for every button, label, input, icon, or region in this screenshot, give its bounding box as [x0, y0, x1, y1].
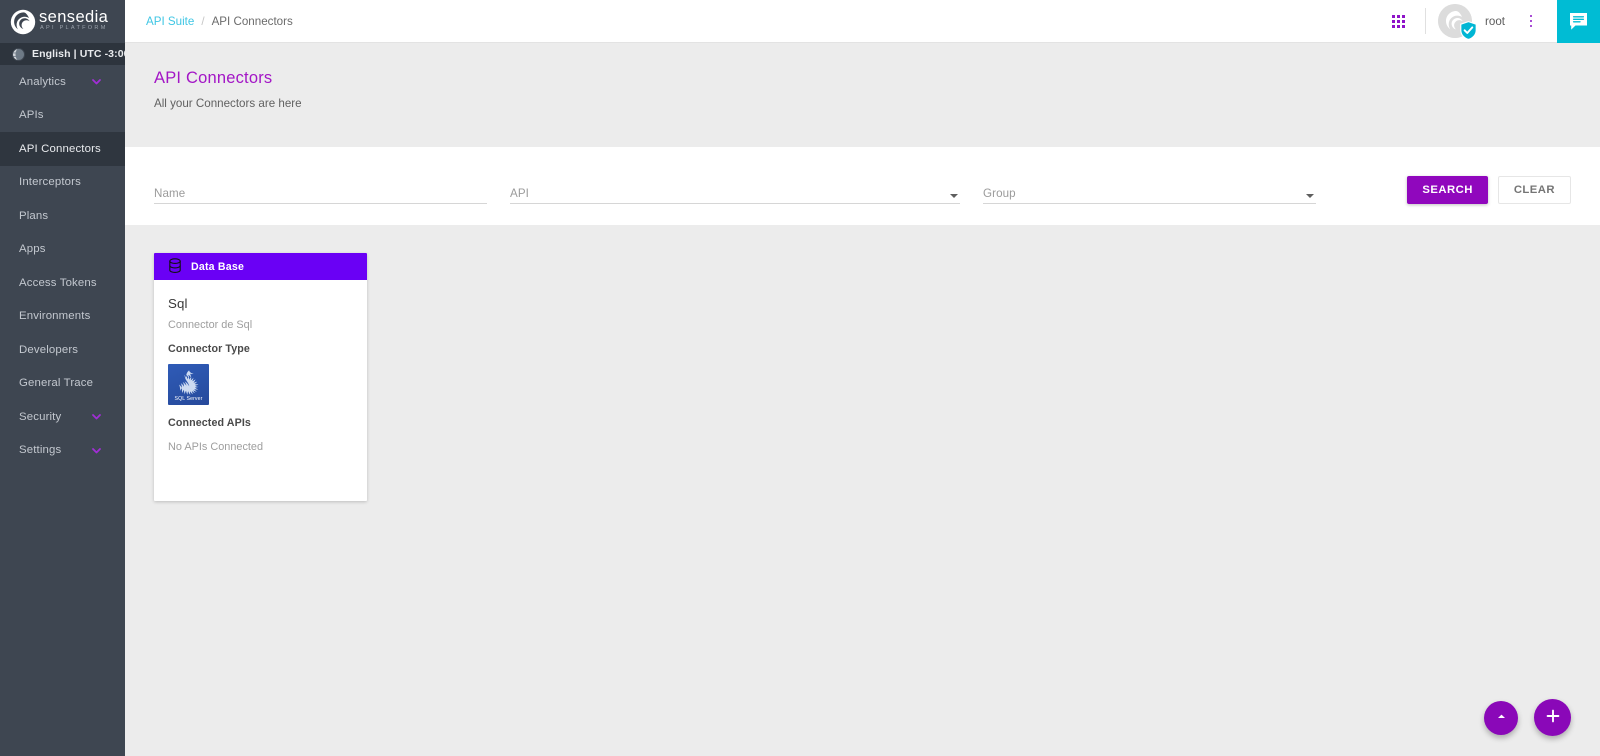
- chevron-down-icon: [950, 194, 958, 198]
- page-subtitle: All your Connectors are here: [154, 97, 302, 110]
- brand-name: sensedia: [39, 7, 109, 26]
- connector-card-body: Sql Connector de Sql Connector Type SQL …: [154, 280, 367, 453]
- chevron-down-icon: [91, 445, 102, 456]
- sidebar-item-label: Security: [19, 410, 62, 423]
- app-root: sensedia API PLATFORM English | UTC -3:0…: [0, 0, 1600, 756]
- sidebar-item-label: Apps: [19, 243, 46, 256]
- chevron-down-icon: [91, 76, 102, 87]
- chevron-up-icon: [1495, 710, 1508, 726]
- chevron-down-icon: [91, 411, 102, 422]
- connector-title: Sql: [168, 296, 188, 311]
- name-field-placeholder: Name: [154, 187, 186, 200]
- connectors-grid: Data Base Sql Connector de Sql Connector…: [125, 225, 1600, 756]
- connector-card[interactable]: Data Base Sql Connector de Sql Connector…: [154, 253, 367, 501]
- sidebar-item-apps[interactable]: Apps: [0, 233, 125, 267]
- sidebar: sensedia API PLATFORM English | UTC -3:0…: [0, 0, 125, 756]
- scroll-to-top-button[interactable]: [1484, 700, 1518, 735]
- sidebar-item-label: Access Tokens: [19, 276, 97, 289]
- grid-apps-dots: [1391, 14, 1405, 28]
- sensedia-swirl-logo-icon: [10, 9, 36, 35]
- shield-check-icon: [1460, 21, 1477, 40]
- sidebar-item-analytics[interactable]: Analytics: [0, 65, 125, 99]
- page-title: API Connectors: [154, 69, 273, 87]
- filter-actions: SEARCH CLEAR: [1407, 176, 1571, 204]
- filter-bar: Name API Group SEARCH CLEAR: [125, 147, 1600, 225]
- sidebar-item-label: Analytics: [19, 75, 66, 88]
- user-name-label: root: [1485, 14, 1505, 28]
- sidebar-item-settings[interactable]: Settings: [0, 434, 125, 468]
- sidebar-item-interceptors[interactable]: Interceptors: [0, 166, 125, 200]
- add-connector-button[interactable]: [1534, 699, 1571, 736]
- breadcrumb-link-api-suite[interactable]: API Suite: [146, 15, 194, 28]
- brand-logo[interactable]: sensedia API PLATFORM: [0, 0, 125, 43]
- chevron-down-icon: [1306, 194, 1314, 198]
- globe-icon: [12, 47, 25, 61]
- main-area: API Suite / API Connectors root API Conn…: [125, 0, 1600, 756]
- sidebar-item-label: Settings: [19, 444, 62, 457]
- clear-button[interactable]: CLEAR: [1497, 176, 1571, 204]
- floating-action-buttons: [1484, 699, 1571, 736]
- sidebar-item-general-trace[interactable]: General Trace: [0, 367, 125, 401]
- page-header: API Connectors All your Connectors are h…: [125, 43, 1600, 147]
- sidebar-item-apis[interactable]: APIs: [0, 99, 125, 133]
- sidebar-item-api-connectors[interactable]: API Connectors: [0, 132, 125, 166]
- api-select[interactable]: API: [510, 179, 960, 204]
- topbar-divider: [1425, 8, 1427, 34]
- connected-apis-value: No APIs Connected: [168, 441, 264, 453]
- language-timezone-label: English | UTC -3:00: [32, 48, 125, 60]
- kebab-menu-icon[interactable]: [1517, 4, 1545, 38]
- connected-apis-label: Connected APIs: [168, 417, 251, 429]
- connector-type-label: Connector Type: [168, 343, 250, 355]
- connector-category-label: Data Base: [191, 260, 245, 273]
- database-icon: [168, 258, 182, 275]
- sql-server-icon: SQL Server: [168, 364, 209, 405]
- sidebar-item-label: Plans: [19, 209, 49, 222]
- sidebar-item-access-tokens[interactable]: Access Tokens: [0, 266, 125, 300]
- sidebar-nav: Analytics APIs API Connectors Intercepto…: [0, 65, 125, 467]
- sidebar-item-label: APIs: [19, 109, 44, 122]
- connector-description: Connector de Sql: [168, 319, 253, 331]
- sidebar-item-plans[interactable]: Plans: [0, 199, 125, 233]
- sidebar-item-label: General Trace: [19, 377, 94, 390]
- sidebar-item-label: Developers: [19, 343, 79, 356]
- svg-text:SQL Server: SQL Server: [175, 396, 203, 402]
- grid-apps-icon[interactable]: [1381, 4, 1415, 38]
- breadcrumb-current: API Connectors: [211, 14, 293, 28]
- avatar[interactable]: [1438, 4, 1477, 40]
- search-input-name[interactable]: Name: [154, 179, 487, 204]
- connector-card-header: Data Base: [154, 253, 367, 280]
- sidebar-item-label: API Connectors: [19, 142, 101, 155]
- search-button[interactable]: SEARCH: [1407, 176, 1488, 204]
- breadcrumb-separator: /: [201, 14, 205, 28]
- api-field-placeholder: API: [510, 187, 529, 200]
- sidebar-item-security[interactable]: Security: [0, 400, 125, 434]
- brand-tagline: API PLATFORM: [40, 25, 108, 32]
- sidebar-item-label: Environments: [19, 310, 91, 323]
- sidebar-item-label: Interceptors: [19, 176, 81, 189]
- sidebar-item-environments[interactable]: Environments: [0, 300, 125, 334]
- breadcrumb: API Suite / API Connectors: [125, 15, 293, 28]
- group-field-placeholder: Group: [983, 187, 1016, 200]
- group-select[interactable]: Group: [983, 179, 1316, 204]
- plus-icon: [1545, 708, 1561, 727]
- chat-bubble-icon[interactable]: [1557, 0, 1600, 43]
- sidebar-item-developers[interactable]: Developers: [0, 333, 125, 367]
- language-timezone-bar[interactable]: English | UTC -3:00: [0, 43, 125, 65]
- topbar-right-controls: root: [1381, 0, 1600, 43]
- topbar: API Suite / API Connectors root: [125, 0, 1600, 43]
